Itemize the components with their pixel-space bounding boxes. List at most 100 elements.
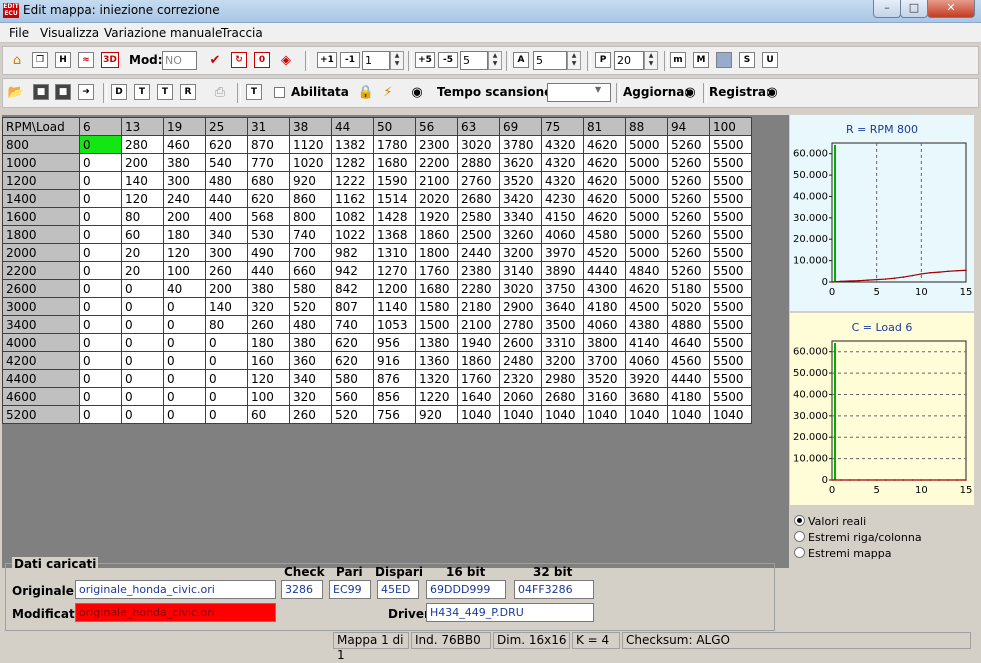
mod-field[interactable]: NO bbox=[162, 51, 197, 70]
map-cell[interactable]: 5500 bbox=[709, 387, 752, 406]
map-cell[interactable]: 3340 bbox=[499, 207, 542, 226]
r-icon[interactable]: R bbox=[180, 84, 196, 100]
map-cell[interactable]: 800 bbox=[289, 207, 332, 226]
map-cell[interactable]: 80 bbox=[205, 315, 248, 334]
d-icon[interactable]: D bbox=[111, 84, 127, 100]
map-cell[interactable]: 5000 bbox=[625, 225, 668, 244]
column-header[interactable]: 88 bbox=[625, 117, 668, 136]
map-cell[interactable]: 3920 bbox=[625, 369, 668, 388]
row-header[interactable]: 4600 bbox=[2, 387, 80, 406]
map-cell[interactable]: 5500 bbox=[709, 243, 752, 262]
abilitata-checkbox[interactable] bbox=[274, 87, 285, 98]
map-cell[interactable]: 440 bbox=[247, 261, 290, 280]
map-cell[interactable]: 5000 bbox=[625, 189, 668, 208]
dispari-field[interactable]: 45ED bbox=[377, 580, 419, 599]
map-cell[interactable]: 140 bbox=[205, 297, 248, 316]
home-icon[interactable]: ⌂ bbox=[8, 52, 26, 69]
h-icon[interactable]: H bbox=[55, 52, 71, 68]
copy-map-icon[interactable]: ❐ bbox=[32, 52, 48, 68]
map-cell[interactable]: 0 bbox=[79, 261, 122, 280]
map-cell[interactable]: 856 bbox=[373, 387, 416, 406]
runner-icon[interactable]: ⚡ bbox=[379, 84, 397, 101]
save-as-icon[interactable]: ■ bbox=[55, 84, 71, 100]
map-cell[interactable]: 260 bbox=[247, 315, 290, 334]
map-cell[interactable]: 5260 bbox=[667, 261, 710, 280]
map-cell[interactable]: 580 bbox=[331, 369, 374, 388]
t3-icon[interactable]: T bbox=[246, 84, 262, 100]
map-cell[interactable]: 400 bbox=[205, 207, 248, 226]
map-cell[interactable]: 2180 bbox=[457, 297, 500, 316]
radio-estremi-mappa[interactable]: Estremi mappa bbox=[794, 547, 891, 560]
map-cell[interactable]: 3800 bbox=[583, 333, 626, 352]
map-cell[interactable]: 2320 bbox=[499, 369, 542, 388]
map-cell[interactable]: 460 bbox=[163, 135, 206, 154]
row-header[interactable]: 3400 bbox=[2, 315, 80, 334]
map-cell[interactable]: 2480 bbox=[499, 351, 542, 370]
map-cell[interactable]: 1020 bbox=[289, 153, 332, 172]
originale-field[interactable]: originale_honda_civic.ori bbox=[75, 580, 276, 599]
map-cell[interactable]: 0 bbox=[121, 297, 164, 316]
map-cell[interactable]: 700 bbox=[289, 243, 332, 262]
map-cell[interactable]: 2380 bbox=[457, 261, 500, 280]
map-cell[interactable]: 200 bbox=[205, 279, 248, 298]
map-cell[interactable]: 3520 bbox=[499, 171, 542, 190]
map-cell[interactable]: 1760 bbox=[415, 261, 458, 280]
map-cell[interactable]: 380 bbox=[289, 333, 332, 352]
map-cell[interactable]: 3310 bbox=[541, 333, 584, 352]
map-cell[interactable]: 480 bbox=[205, 171, 248, 190]
map-cell[interactable]: 0 bbox=[79, 171, 122, 190]
map-cell[interactable]: 5500 bbox=[709, 261, 752, 280]
column-header[interactable]: 31 bbox=[247, 117, 290, 136]
column-header[interactable]: 13 bbox=[121, 117, 164, 136]
map-cell[interactable]: 520 bbox=[289, 297, 332, 316]
map-cell[interactable]: 280 bbox=[121, 135, 164, 154]
p-spinner[interactable]: ▲ ▼ bbox=[644, 51, 658, 70]
map-cell[interactable]: 5500 bbox=[709, 153, 752, 172]
map-cell[interactable]: 1040 bbox=[499, 405, 542, 424]
map-cell[interactable]: 440 bbox=[205, 189, 248, 208]
pari-field[interactable]: EC99 bbox=[329, 580, 371, 599]
row-header[interactable]: 800 bbox=[2, 135, 80, 154]
map-cell[interactable]: 4060 bbox=[583, 315, 626, 334]
map-cell[interactable]: 0 bbox=[79, 207, 122, 226]
driver-field[interactable]: H434_449_P.DRU bbox=[426, 603, 594, 622]
row-header[interactable]: 2200 bbox=[2, 261, 80, 280]
map-cell[interactable]: 140 bbox=[121, 171, 164, 190]
map-cell[interactable]: 1040 bbox=[625, 405, 668, 424]
modificato-field[interactable]: originale_honda_civic.ori bbox=[75, 603, 276, 622]
map-cell[interactable]: 1022 bbox=[331, 225, 374, 244]
map-cell[interactable]: 1220 bbox=[415, 387, 458, 406]
map-cell[interactable]: 3420 bbox=[499, 189, 542, 208]
map-cell[interactable]: 530 bbox=[247, 225, 290, 244]
save-icon[interactable]: ■ bbox=[33, 84, 49, 100]
map-cell[interactable]: 2600 bbox=[499, 333, 542, 352]
p-icon[interactable]: P bbox=[595, 52, 611, 68]
map-cell[interactable]: 1368 bbox=[373, 225, 416, 244]
map-cell[interactable]: 4500 bbox=[625, 297, 668, 316]
map-cell[interactable]: 540 bbox=[205, 153, 248, 172]
map-cell[interactable]: 1640 bbox=[457, 387, 500, 406]
map-cell[interactable]: 5500 bbox=[709, 315, 752, 334]
map-cell[interactable]: 1360 bbox=[415, 351, 458, 370]
close-button[interactable]: ✕ bbox=[927, 0, 975, 18]
arrows-icon[interactable]: ◈ bbox=[277, 52, 295, 69]
16bit-field[interactable]: 69DDD999 bbox=[426, 580, 506, 599]
column-header[interactable]: 56 bbox=[415, 117, 458, 136]
map-cell[interactable]: 3200 bbox=[541, 351, 584, 370]
map-cell[interactable]: 2580 bbox=[457, 207, 500, 226]
maximize-button[interactable]: □ bbox=[900, 0, 928, 18]
map-cell[interactable]: 1282 bbox=[331, 153, 374, 172]
map-cell[interactable]: 0 bbox=[163, 369, 206, 388]
row-header[interactable]: 4000 bbox=[2, 333, 80, 352]
map-cell[interactable]: 4620 bbox=[625, 279, 668, 298]
m-icon[interactable]: m bbox=[670, 52, 686, 68]
a-spinner[interactable]: ▲ ▼ bbox=[567, 51, 581, 70]
map-cell[interactable]: 620 bbox=[331, 333, 374, 352]
map-cell[interactable]: 360 bbox=[289, 351, 332, 370]
map-cell[interactable]: 2100 bbox=[415, 171, 458, 190]
column-header[interactable]: 94 bbox=[667, 117, 710, 136]
map-cell[interactable]: 380 bbox=[247, 279, 290, 298]
map-cell[interactable]: 1040 bbox=[667, 405, 710, 424]
map-cell[interactable]: 60 bbox=[121, 225, 164, 244]
map-cell[interactable]: 320 bbox=[289, 387, 332, 406]
